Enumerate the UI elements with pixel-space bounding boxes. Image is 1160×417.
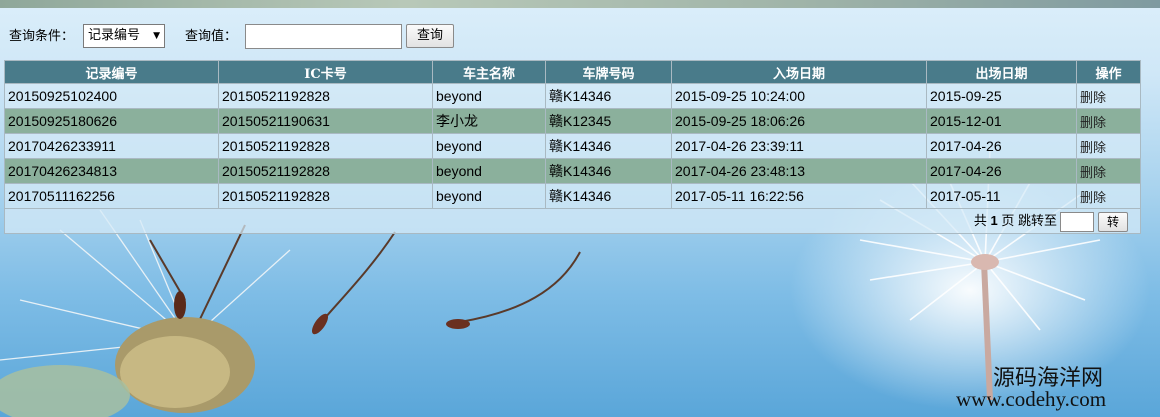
cell-plate: 赣K14346: [545, 158, 672, 184]
cell-plate: 赣K14346: [545, 183, 672, 209]
cell-entry-date: 2017-04-26 23:48:13: [671, 158, 927, 184]
cell-ic-card: 20150521192828: [218, 183, 433, 209]
column-header-owner[interactable]: 车主名称: [432, 60, 546, 84]
cell-exit-date: 2017-05-11: [926, 183, 1077, 209]
page-background: 查询条件： 记录编号 ▼ 查询值： 查询 记录编号 IC卡号 车主名称 车牌号码…: [0, 0, 1160, 417]
search-value-input[interactable]: [245, 24, 402, 49]
table-row: 20170426233911 20150521192828 beyond 赣K1…: [4, 133, 1141, 159]
column-header-entry-date[interactable]: 入场日期: [671, 60, 927, 84]
pagination-row: 共 1 页 跳转至 转: [4, 208, 1141, 234]
cell-owner: beyond: [432, 183, 546, 209]
cell-exit-date: 2017-04-26: [926, 133, 1077, 159]
cell-entry-date: 2017-04-26 23:39:11: [671, 133, 927, 159]
column-header-ic-card[interactable]: IC卡号: [218, 60, 433, 84]
cell-record-id: 20170426234813: [4, 158, 219, 184]
value-label: 查询值：: [185, 29, 238, 44]
watermark-url: www.codehy.com: [956, 387, 1107, 411]
cell-record-id: 20150925102400: [4, 83, 219, 109]
cell-owner: 李小龙: [432, 108, 546, 134]
cell-record-id: 20170426233911: [4, 133, 219, 159]
table-row: 20170511162256 20150521192828 beyond 赣K1…: [4, 183, 1141, 209]
cell-entry-date: 2017-05-11 16:22:56: [671, 183, 927, 209]
pagination-cell: 共 1 页 跳转至 转: [4, 208, 1141, 234]
delete-link[interactable]: 删除: [1076, 83, 1141, 109]
table-row: 20150925102400 20150521192828 beyond 赣K1…: [4, 83, 1141, 109]
cell-entry-date: 2015-09-25 10:24:00: [671, 83, 927, 109]
page-jump-input[interactable]: [1060, 211, 1094, 232]
condition-label: 查询条件：: [9, 29, 75, 44]
query-button[interactable]: 查询: [406, 24, 454, 48]
column-header-plate[interactable]: 车牌号码: [545, 60, 672, 84]
cell-plate: 赣K14346: [545, 133, 672, 159]
cell-ic-card: 20150521192828: [218, 158, 433, 184]
delete-link[interactable]: 删除: [1076, 108, 1141, 134]
cell-owner: beyond: [432, 133, 546, 159]
delete-link[interactable]: 删除: [1076, 183, 1141, 209]
table-row: 20150925180626 20150521190631 李小龙 赣K1234…: [4, 108, 1141, 134]
cell-owner: beyond: [432, 83, 546, 109]
delete-link[interactable]: 删除: [1076, 133, 1141, 159]
column-header-exit-date[interactable]: 出场日期: [926, 60, 1077, 84]
cell-ic-card: 20150521190631: [218, 108, 433, 134]
dropdown-arrow-icon: ▼: [153, 31, 160, 41]
column-header-actions: 操作: [1076, 60, 1141, 84]
cell-exit-date: 2015-12-01: [926, 108, 1077, 134]
table-row: 20170426234813 20150521192828 beyond 赣K1…: [4, 158, 1141, 184]
cell-plate: 赣K12345: [545, 108, 672, 134]
cell-plate: 赣K14346: [545, 83, 672, 109]
condition-selected-value: 记录编号: [88, 28, 141, 43]
records-table: 记录编号 IC卡号 车主名称 车牌号码 入场日期 出场日期 操作 2015092…: [4, 60, 1141, 234]
cell-entry-date: 2015-09-25 18:06:26: [671, 108, 927, 134]
delete-link[interactable]: 删除: [1076, 158, 1141, 184]
column-header-record-id[interactable]: 记录编号: [4, 60, 219, 84]
pager-prefix: 共: [973, 213, 987, 229]
go-button[interactable]: 转: [1098, 211, 1128, 232]
cell-record-id: 20170511162256: [4, 183, 219, 209]
cell-ic-card: 20150521192828: [218, 133, 433, 159]
pager-suffix: 页 跳转至: [1001, 213, 1057, 229]
table-header-row: 记录编号 IC卡号 车主名称 车牌号码 入场日期 出场日期 操作: [4, 60, 1141, 84]
cell-exit-date: 2015-09-25: [926, 83, 1077, 109]
cell-exit-date: 2017-04-26: [926, 158, 1077, 184]
condition-select[interactable]: 记录编号 ▼: [83, 24, 165, 48]
cell-ic-card: 20150521192828: [218, 83, 433, 109]
total-pages: 1: [990, 213, 998, 229]
cell-record-id: 20150925180626: [4, 108, 219, 134]
cell-owner: beyond: [432, 158, 546, 184]
